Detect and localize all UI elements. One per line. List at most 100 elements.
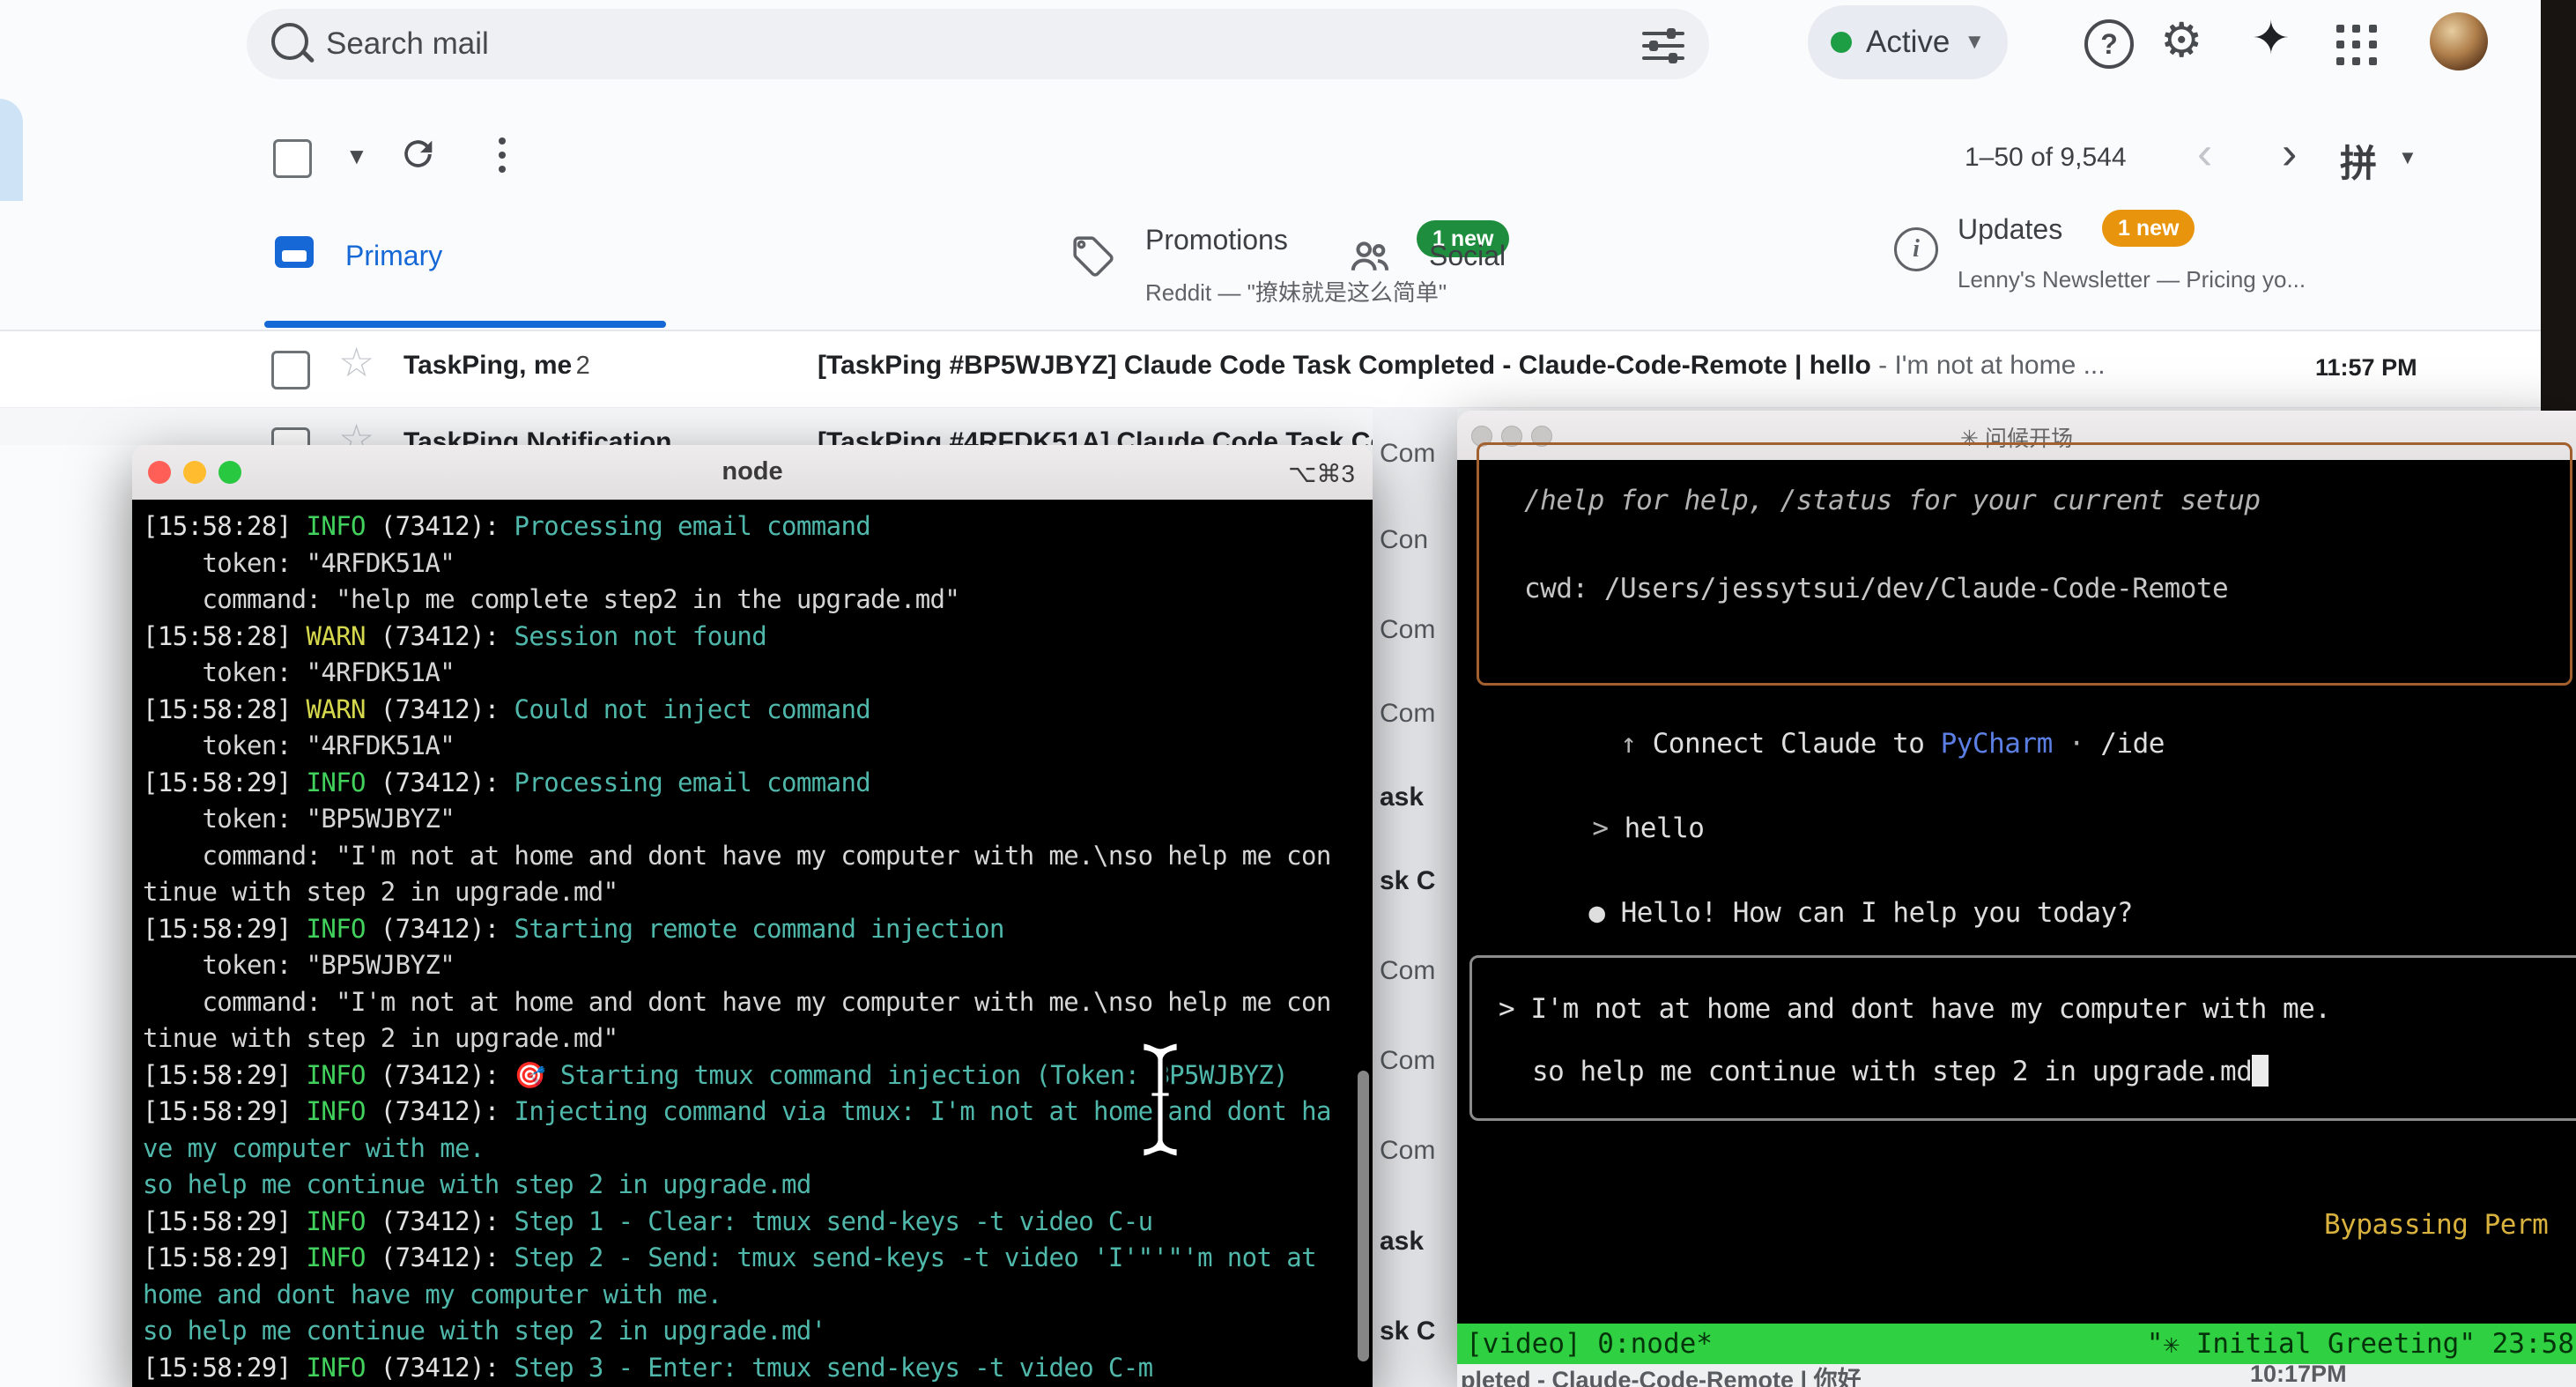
google-apps-grid-icon[interactable] <box>2336 25 2377 65</box>
email-sender: TaskPing, me <box>403 351 572 380</box>
occluded-email-text-fragment: ask <box>1380 783 1424 812</box>
prompt-char: > <box>1592 812 1624 844</box>
terminal-log-line: [15:58:29] INFO (73412): Processing emai… <box>143 765 1373 802</box>
terminal-log-line: command: "help me complete step2 in the … <box>143 582 1373 619</box>
occluded-email-text-fragment: Com <box>1380 956 1435 986</box>
chat-status-selector[interactable]: Active ▼ <box>1808 5 2008 79</box>
occluded-email-text-fragment: sk C <box>1380 1317 1435 1346</box>
terminal-log-line: [15:58:28] INFO (73412): Processing emai… <box>143 508 1373 545</box>
occluded-email-text-fragment: Com <box>1380 699 1435 729</box>
info-icon: i <box>1894 227 1938 271</box>
terminal-log-line: token: "4RFDK51A" <box>143 728 1373 765</box>
help-icon[interactable]: ? <box>2084 19 2134 69</box>
terminal-log-line: [15:58:29] INFO (73412): Step 2 - Send: … <box>143 1240 1373 1277</box>
cwd-line: cwd: /Users/jessytsui/dev/Claude-Code-Re… <box>1524 573 2228 604</box>
email-subject: [TaskPing #BP5WJBYZ] Claude Code Task Co… <box>818 351 1871 380</box>
newer-page-icon[interactable]: ‹ <box>2197 127 2212 180</box>
occluded-email-text-fragment: Com <box>1380 1046 1435 1076</box>
settings-gear-icon[interactable]: ⚙ <box>2160 12 2202 68</box>
occluded-email-text-fragment: Con <box>1380 525 1428 555</box>
people-icon <box>1346 233 1394 280</box>
tag-icon <box>1071 234 1115 278</box>
email-snippet: - I'm not at home ... <box>1871 351 2106 380</box>
tab-label: Promotions <box>1145 224 1288 256</box>
email-thread-count: 2 <box>576 352 590 380</box>
tmux-window-title: "✳ Initial Greeting" 23:58 <box>2147 1328 2574 1360</box>
input-line-1: > I'm not at home and dont have my compu… <box>1499 993 2331 1025</box>
tmux-status-bar: [video] 0:node* "✳ Initial Greeting" 23:… <box>1457 1324 2576 1364</box>
terminal-titlebar[interactable]: node ⌥⌘3 <box>132 445 1373 501</box>
occluded-email-row-strip: pleted - Claude-Code-Remote | 你好10:17PM <box>1457 1364 2576 1387</box>
assistant-message: Hello! How can I help you today? <box>1621 897 2133 929</box>
status-active-dot <box>1831 32 1852 53</box>
input-method-dropdown-icon[interactable]: ▼ <box>2398 146 2417 169</box>
star-icon[interactable]: ☆ <box>338 415 374 445</box>
ide-command: /ide <box>2100 728 2165 760</box>
select-dropdown-icon[interactable]: ▼ <box>345 143 368 170</box>
more-options-icon[interactable] <box>499 137 506 180</box>
terminal-log-line: [15:58:28] WARN (73412): Could not injec… <box>143 692 1373 729</box>
terminal-window-node: node ⌥⌘3 [15:58:28] INFO (73412): Proces… <box>132 445 1373 1387</box>
status-label: Active <box>1866 25 1950 60</box>
terminal-log-line: token: "4RFDK51A" <box>143 655 1373 692</box>
claude-code-session[interactable]: /help for help, /status for your current… <box>1457 460 2576 1364</box>
desktop-screen: 6,076 Search mail Active ▼ ? ⚙ ✦ ▼ 1–50 … <box>0 0 2576 1387</box>
search-bar[interactable]: Search mail <box>247 9 1709 79</box>
pagination-label: 1–50 of 9,544 <box>1965 143 2127 173</box>
email-time: 11:57 PM <box>2315 354 2417 382</box>
inbox-tabs: Primary Promotions 1 new Reddit — "撩妹就是这… <box>0 201 2541 331</box>
occluded-email-text-fragment: sk C <box>1380 866 1435 896</box>
occluded-email-text-fragment: Com <box>1380 439 1435 469</box>
email-sender: TaskPing Notification <box>403 427 671 445</box>
claude-input-box[interactable]: > I'm not at home and dont have my compu… <box>1469 955 2576 1121</box>
terminal-log-line: [15:58:29] INFO (73412): Step 3 - Enter:… <box>143 1350 1373 1387</box>
tab-label: Updates <box>1958 213 2062 246</box>
input-method-icon[interactable]: 拼 <box>2340 134 2377 188</box>
occluded-email-text-fragment: 10:17PM <box>2250 1364 2347 1387</box>
email-row[interactable]: ☆ TaskPing, me 2 [TaskPing #BP5WJBYZ] Cl… <box>0 331 2541 408</box>
window-shortcut-label: ⌥⌘3 <box>1288 459 1355 488</box>
terminal-log-line: so help me continue with step 2 in upgra… <box>143 1167 1373 1204</box>
help-hint-line: /help for help, /status for your current… <box>1524 485 2261 516</box>
connect-hint-text: Connect Claude to <box>1653 728 1941 760</box>
row-checkbox[interactable] <box>271 427 310 445</box>
terminal-log-line: token: "4RFDK51A" <box>143 545 1373 582</box>
terminal-log-line: so help me continue with step 2 in upgra… <box>143 1313 1373 1350</box>
desktop-background-strip <box>2541 0 2576 414</box>
terminal-log-line: token: "BP5WJBYZ" <box>143 801 1373 838</box>
row-checkbox[interactable] <box>271 351 310 389</box>
gemini-sparkle-icon[interactable]: ✦ <box>2252 12 2291 65</box>
chevron-down-icon: ▼ <box>1964 30 1985 55</box>
email-subject: [TaskPing #4RFDK51A] Claude Code Task Co… <box>818 427 1410 445</box>
terminal-scrollbar[interactable] <box>1358 1071 1369 1361</box>
assistant-bullet-icon: ● <box>1588 897 1620 929</box>
terminal-log-line: command: "I'm not at home and dont have … <box>143 838 1373 875</box>
tab-label: Social <box>1429 240 1506 272</box>
search-filters-icon[interactable] <box>1642 26 1684 65</box>
tmux-session-label: [video] 0:node* <box>1466 1328 1713 1360</box>
search-input[interactable]: Search mail <box>326 26 489 62</box>
tab-preview-text: Reddit — "撩妹就是这么简单" <box>1145 275 1447 308</box>
dot-separator: · <box>2053 728 2101 760</box>
search-icon[interactable] <box>271 23 308 60</box>
tab-preview-text: Lenny's Newsletter — Pricing yo... <box>1958 266 2306 293</box>
pycharm-link[interactable]: PyCharm <box>1941 728 2053 760</box>
terminal-log-line: token: "BP5WJBYZ" <box>143 947 1373 984</box>
select-all-checkbox[interactable] <box>273 139 312 178</box>
tab-label: Primary <box>345 240 442 272</box>
older-page-icon[interactable]: › <box>2282 127 2297 180</box>
star-icon[interactable]: ☆ <box>338 338 374 386</box>
occluded-email-text-fragment: Com <box>1380 615 1435 645</box>
input-line-2: so help me continue with step 2 in upgra… <box>1532 1055 2269 1087</box>
terminal-output[interactable]: [15:58:28] INFO (73412): Processing emai… <box>132 500 1373 1387</box>
terminal-log-line: home and dont have my computer with me. <box>143 1277 1373 1314</box>
terminal-log-line: [15:58:28] WARN (73412): Session not fou… <box>143 619 1373 656</box>
account-avatar[interactable] <box>2430 12 2488 70</box>
terminal-log-line: [15:58:29] INFO (73412): Step 1 - Clear:… <box>143 1204 1373 1241</box>
terminal-log-line: tinue with step 2 in upgrade.md" <box>143 874 1373 911</box>
terminal-log-line: [15:58:29] INFO (73412): Starting remote… <box>143 911 1373 948</box>
user-message: hello <box>1625 812 1705 844</box>
occluded-email-text-fragment: ask <box>1380 1227 1424 1257</box>
refresh-icon[interactable] <box>398 134 439 179</box>
occluded-email-list-strip: ComConComComasksk CComComComasksk C <box>1373 407 1457 1387</box>
